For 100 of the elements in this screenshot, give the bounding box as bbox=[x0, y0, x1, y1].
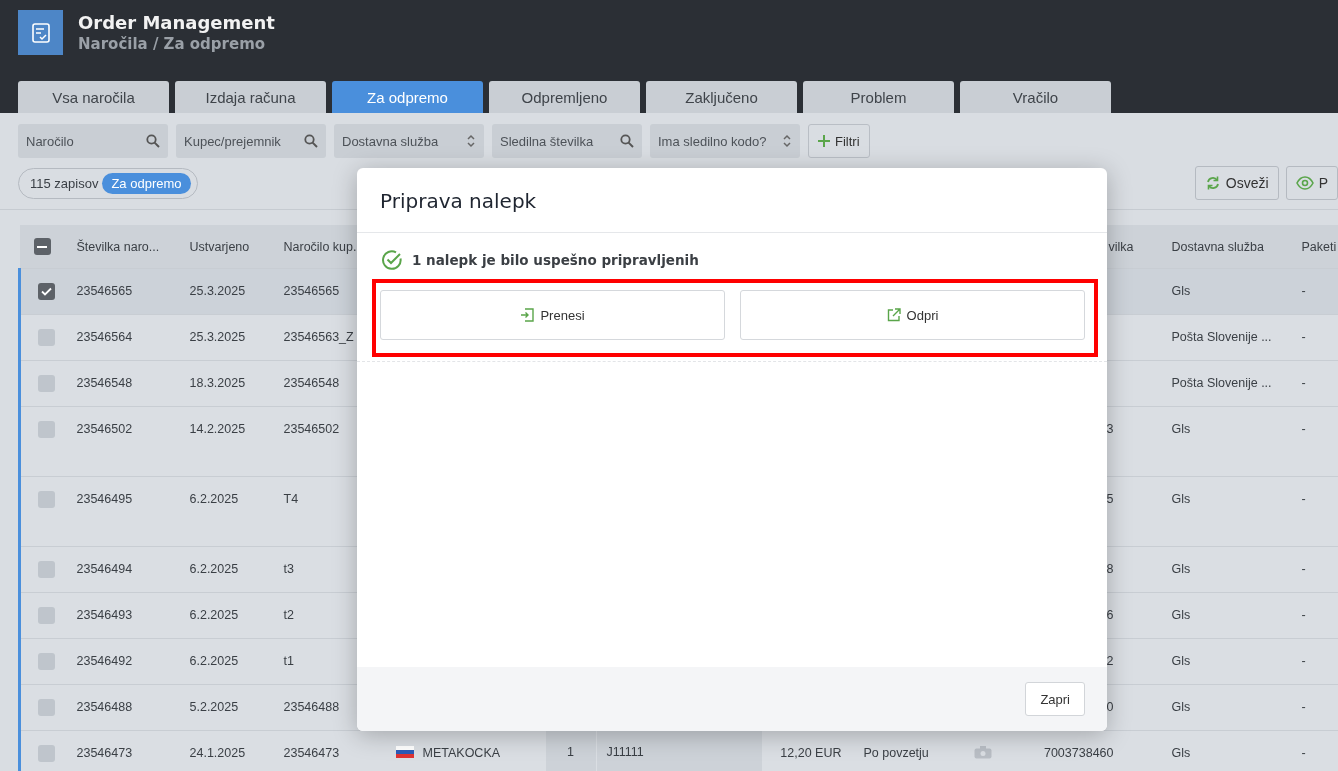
table-cell: 23546564 bbox=[76, 330, 133, 344]
success-message: 1 nalepk je bilo uspešno pripravljenih bbox=[412, 252, 699, 268]
table-cell: 25.3.2025 bbox=[189, 284, 246, 298]
search-icon bbox=[620, 134, 634, 148]
column-header: vilka bbox=[1108, 239, 1134, 254]
refresh-button[interactable]: Osveži bbox=[1194, 166, 1279, 200]
plus-icon bbox=[818, 135, 830, 147]
table-cell: 23546492 bbox=[76, 654, 133, 668]
table-cell: 25.3.2025 bbox=[189, 330, 246, 344]
column-header: Paketi bbox=[1301, 239, 1337, 254]
table-cell: 23546495 bbox=[76, 492, 133, 506]
table-cell: 3 bbox=[1106, 422, 1114, 436]
table-cell: - bbox=[1301, 700, 1306, 714]
tab[interactable]: Vračilo bbox=[960, 81, 1111, 113]
table-cell: - bbox=[1301, 746, 1306, 760]
close-button[interactable]: Zapri bbox=[1025, 682, 1085, 716]
table-cell: Gls bbox=[1171, 422, 1191, 436]
table-cell: - bbox=[1301, 608, 1306, 622]
tab[interactable]: Vsa naročila bbox=[18, 81, 169, 113]
row-checkbox[interactable] bbox=[38, 653, 55, 670]
table-cell: 23546473 bbox=[76, 746, 133, 760]
app-title: Order Management bbox=[78, 12, 275, 33]
tab[interactable]: Odpremljeno bbox=[489, 81, 640, 113]
table-cell: Gls bbox=[1171, 700, 1191, 714]
column-header: Ustvarjeno bbox=[189, 239, 250, 254]
column-header: Naročilo kup. bbox=[283, 239, 357, 254]
minus-icon bbox=[37, 245, 47, 248]
row-checkbox[interactable] bbox=[38, 421, 55, 438]
table-cell: Po povzetju bbox=[863, 746, 929, 760]
search-field[interactable]: Naročilo bbox=[18, 124, 168, 158]
select-field[interactable]: Dostavna služba bbox=[334, 124, 484, 158]
table-cell: Pošta Slovenije ... bbox=[1171, 376, 1272, 390]
select-field[interactable]: Ima sledilno kodo? bbox=[650, 124, 800, 158]
column-header: Številka naro... bbox=[76, 239, 160, 254]
download-button[interactable]: Prenesi bbox=[380, 290, 725, 340]
table-cell: 23546548 bbox=[283, 376, 340, 390]
table-cell: t3 bbox=[283, 562, 294, 576]
row-checkbox[interactable] bbox=[38, 561, 55, 578]
table-cell: - bbox=[1301, 422, 1306, 436]
search-icon bbox=[304, 134, 318, 148]
open-button[interactable]: Odpri bbox=[740, 290, 1085, 340]
table-cell: - bbox=[1301, 492, 1306, 506]
eye-icon bbox=[1295, 176, 1314, 190]
table-cell: - bbox=[1301, 654, 1306, 668]
column-header: Dostavna služba bbox=[1171, 239, 1264, 254]
table-cell: 6.2.2025 bbox=[189, 654, 239, 668]
row-checkbox[interactable] bbox=[38, 607, 55, 624]
search-field[interactable]: Kupec/prejemnik bbox=[176, 124, 326, 158]
table-cell: t1 bbox=[283, 654, 294, 668]
row-checkbox[interactable] bbox=[38, 375, 55, 392]
table-cell: METAKOCKA bbox=[422, 746, 501, 760]
search-field[interactable]: Sledilna številka bbox=[492, 124, 642, 158]
table-cell: t2 bbox=[283, 608, 294, 622]
row-checkbox[interactable] bbox=[38, 329, 55, 346]
row-checkbox[interactable] bbox=[38, 699, 55, 716]
table-cell: 23546488 bbox=[283, 700, 340, 714]
select-all-checkbox[interactable] bbox=[33, 238, 51, 255]
table-cell: 24.1.2025 bbox=[189, 746, 246, 760]
check-circle-icon bbox=[381, 249, 403, 271]
row-checkbox[interactable] bbox=[38, 491, 55, 508]
chevron-updown-icon bbox=[782, 133, 792, 149]
tab[interactable]: Izdaja računa bbox=[175, 81, 326, 113]
table-cell: 23546548 bbox=[76, 376, 133, 390]
table-cell: 5 bbox=[1106, 492, 1114, 506]
row-checkbox[interactable] bbox=[38, 283, 55, 300]
view-button[interactable]: P bbox=[1285, 166, 1338, 200]
chevron-updown-icon bbox=[466, 133, 476, 149]
table-cell: Pošta Slovenije ... bbox=[1171, 330, 1272, 344]
table-cell: - bbox=[1301, 330, 1306, 344]
filter-button[interactable]: Filtri bbox=[808, 124, 870, 158]
table-cell: 23546563_Z bbox=[283, 330, 354, 344]
app-logo-icon bbox=[18, 10, 63, 55]
table-cell: 14.2.2025 bbox=[189, 422, 246, 436]
record-count: 115 zapisov bbox=[30, 175, 99, 191]
table-cell: 23546565 bbox=[283, 284, 340, 298]
table-cell: 6.2.2025 bbox=[189, 562, 239, 576]
table-cell: Gls bbox=[1171, 654, 1191, 668]
tab[interactable]: Zaključeno bbox=[646, 81, 797, 113]
table-cell: 6.2.2025 bbox=[189, 492, 239, 506]
table-cell: 7003738460 bbox=[1043, 746, 1114, 760]
table-cell: J11111 bbox=[596, 731, 762, 771]
external-link-icon bbox=[886, 308, 901, 322]
status-badge: Za odpremo bbox=[102, 172, 191, 194]
table-cell: 6 bbox=[1106, 608, 1114, 622]
table-cell: 23546565 bbox=[76, 284, 133, 298]
table-cell: - bbox=[1301, 284, 1306, 298]
table-row[interactable]: 23546473 24.1.2025 23546473 METAKOCKA 1 J11111 12,20 EUR Po povzetju 7003738460 Gls - bbox=[19, 730, 1338, 771]
table-cell: 1 bbox=[545, 731, 596, 771]
table-cell: - bbox=[1301, 562, 1306, 576]
table-cell: Gls bbox=[1171, 492, 1191, 506]
row-checkbox[interactable] bbox=[38, 745, 55, 762]
table-cell: Gls bbox=[1171, 746, 1191, 760]
table-cell: 23546494 bbox=[76, 562, 133, 576]
breadcrumb: Naročila / Za odpremo bbox=[78, 35, 267, 53]
table-cell: 23546493 bbox=[76, 608, 133, 622]
table-cell: 2 bbox=[1106, 654, 1114, 668]
table-cell: 23546502 bbox=[76, 422, 133, 436]
table-cell: 23546488 bbox=[76, 700, 133, 714]
tab[interactable]: Problem bbox=[803, 81, 954, 113]
table-cell: 8 bbox=[1106, 562, 1114, 576]
